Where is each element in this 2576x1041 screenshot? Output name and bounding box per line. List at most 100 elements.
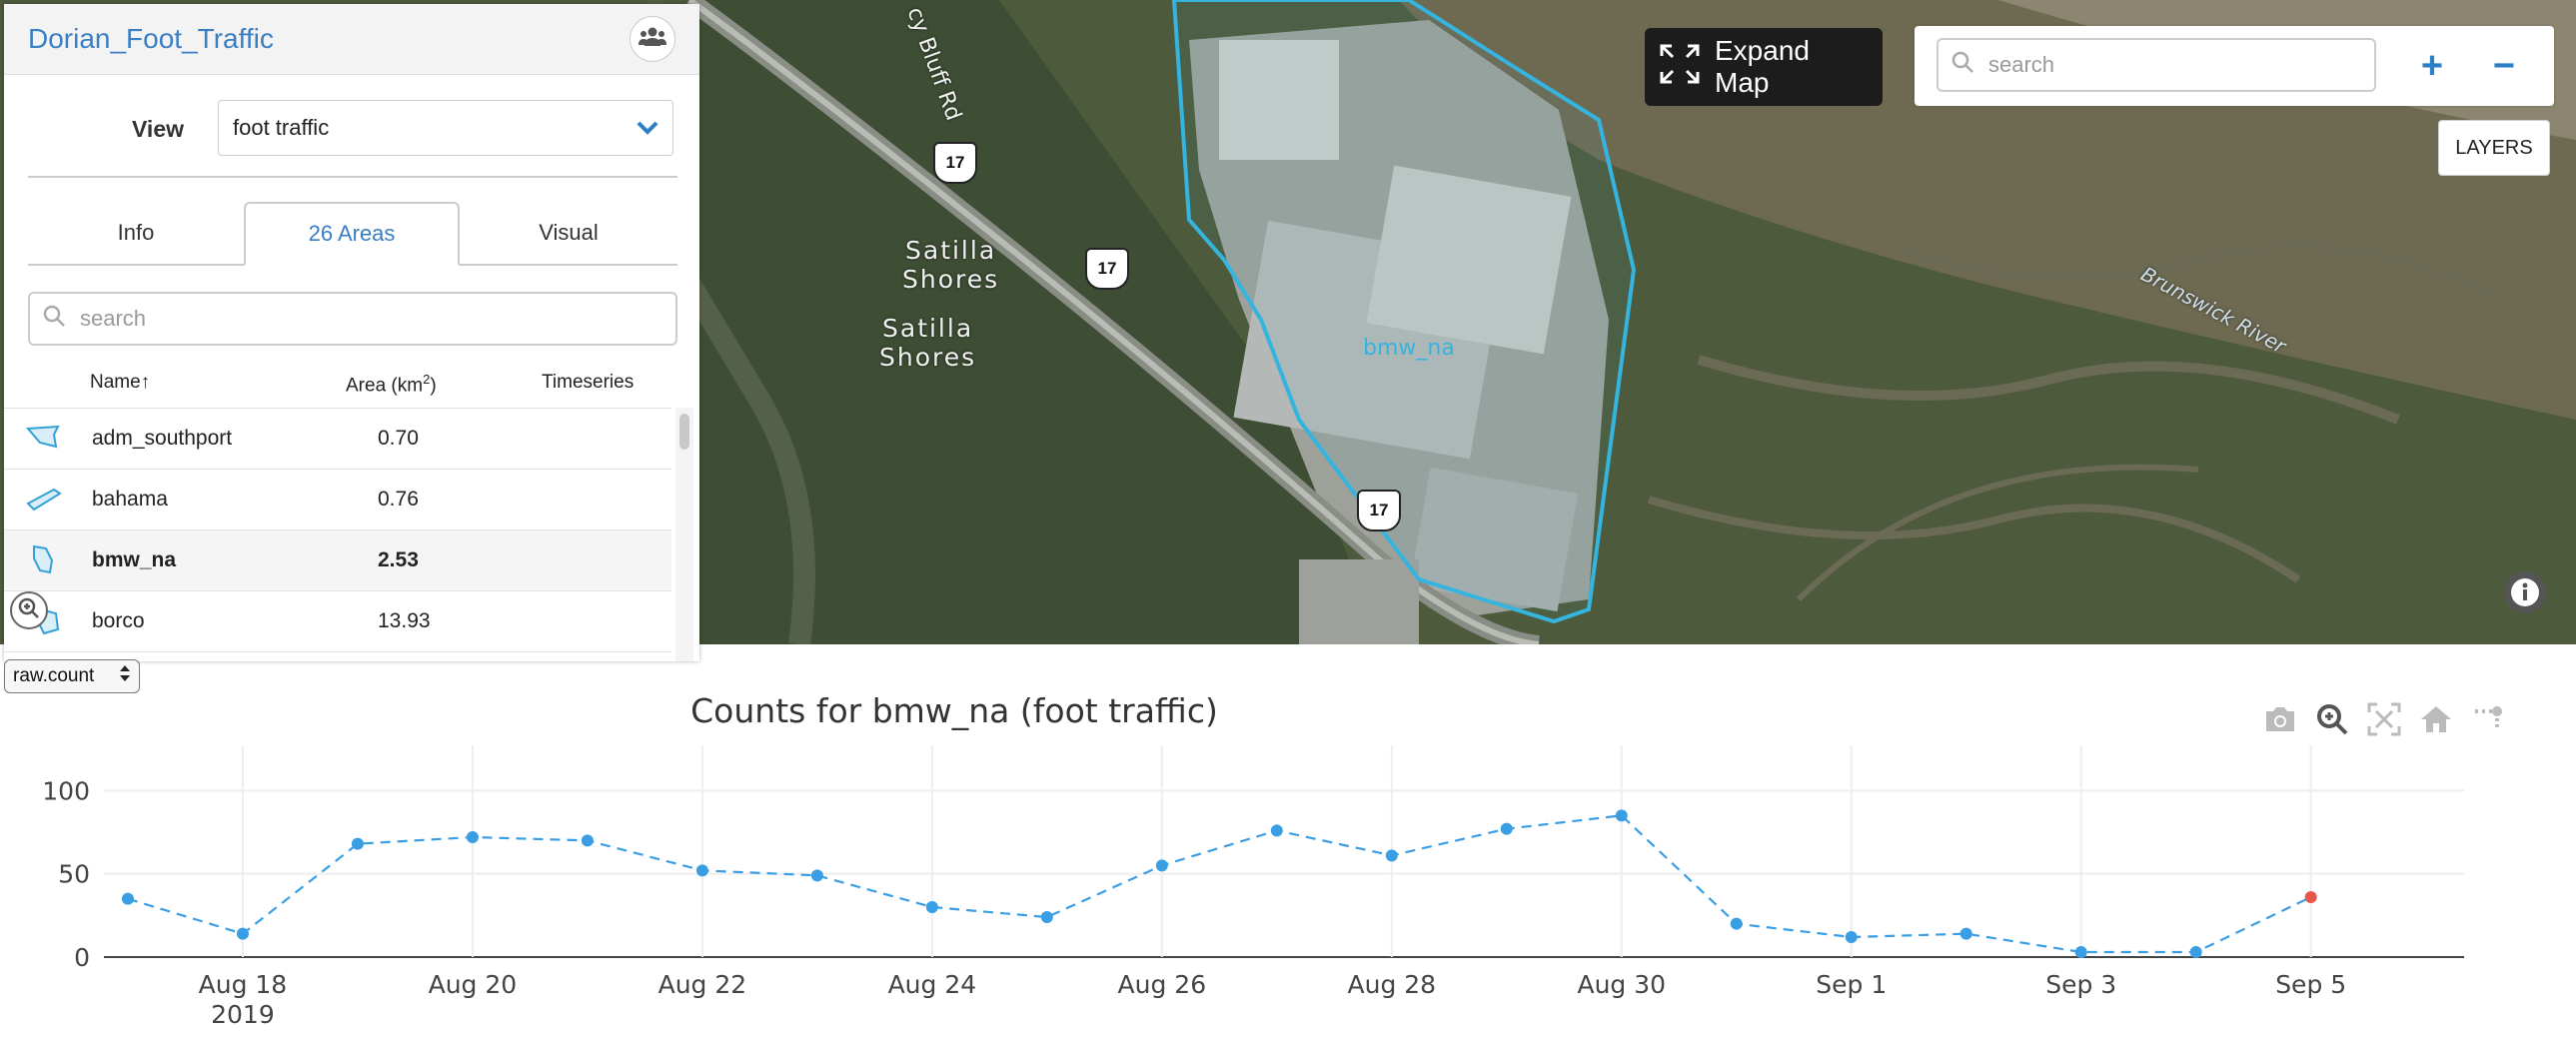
place-label-satilla-shores: Satilla Shores	[902, 236, 1000, 294]
home-icon[interactable]	[2410, 699, 2462, 739]
timeseries-chart[interactable]: 0 50 100 Aug 182019 Aug 20 Aug 22 Aug 24 Aug 26…	[0, 739, 2576, 1041]
spikelines-icon[interactable]	[2462, 699, 2514, 739]
data-point[interactable]	[1155, 859, 1168, 872]
chart-modebar	[2254, 699, 2514, 739]
x-tick-label: Aug 26	[1118, 970, 1207, 999]
data-point[interactable]	[2189, 946, 2202, 958]
expand-map-button[interactable]: Expand Map	[1645, 28, 1883, 106]
x-tick-label: Sep 5	[2275, 970, 2346, 999]
data-point[interactable]	[1500, 822, 1513, 835]
x-tick-label: Aug 20	[429, 970, 518, 999]
expand-icon	[1659, 43, 1701, 92]
column-name[interactable]: Name↑	[90, 372, 150, 394]
polygon-shape-icon	[26, 484, 62, 520]
row-area: 0.70	[378, 427, 419, 450]
table-row[interactable]: adm_southport 0.70	[4, 408, 671, 469]
area-search-placeholder: search	[80, 306, 147, 331]
data-point[interactable]	[236, 927, 249, 940]
table-row[interactable]: bahama 0.76	[4, 469, 671, 529]
chevron-down-icon	[637, 115, 658, 141]
highway-shield: 17	[933, 142, 977, 184]
row-area: 2.53	[378, 548, 419, 571]
polygon-label[interactable]: bmw_na	[1363, 336, 1455, 361]
data-point[interactable]	[2074, 946, 2087, 958]
view-select[interactable]: foot traffic	[218, 100, 673, 156]
x-tick-label: Sep 3	[2045, 970, 2116, 999]
data-point[interactable]	[925, 901, 938, 913]
map-search-placeholder: search	[1988, 52, 2055, 77]
y-tick-label: 100	[42, 776, 90, 805]
x-tick-label: Aug 30	[1577, 970, 1666, 999]
scrollbar-thumb[interactable]	[679, 414, 689, 450]
view-select-value: foot traffic	[233, 115, 330, 140]
column-area[interactable]: Area (km2)	[346, 372, 437, 397]
x-tick-label: Aug 28	[1348, 970, 1437, 999]
data-point[interactable]	[1959, 927, 1972, 940]
data-point[interactable]	[1615, 809, 1628, 822]
data-point[interactable]	[1730, 917, 1743, 930]
panel-header: Dorian_Foot_Traffic	[4, 4, 699, 75]
x-tick-year: 2019	[211, 1000, 275, 1029]
column-area-label: Area (km	[346, 375, 424, 397]
areas-panel: Dorian_Foot_Traffic View foot traffic In…	[4, 4, 699, 661]
data-point[interactable]	[1270, 824, 1283, 837]
place-label-satilla-shores-2: Satilla Shores	[879, 314, 977, 372]
table-row[interactable]: bmw_na 2.53	[4, 529, 671, 590]
areas-table: adm_southport 0.70 bahama 0.76 bmw_na 2.…	[4, 408, 671, 661]
tab-info[interactable]: Info	[28, 202, 244, 264]
search-icon	[42, 304, 66, 334]
area-search-input[interactable]: search	[28, 292, 677, 346]
zoom-icon	[18, 597, 40, 624]
group-icon	[639, 26, 666, 53]
column-area-close: )	[430, 375, 437, 397]
camera-icon[interactable]	[2254, 699, 2306, 739]
zoom-in-button[interactable]: +	[2408, 42, 2456, 90]
polygon-shape-icon	[25, 423, 62, 459]
metric-select-value: raw.count	[13, 665, 95, 686]
tab-areas[interactable]: 26 Areas	[244, 202, 460, 266]
view-label: View	[132, 116, 184, 142]
metric-select[interactable]: raw.count	[4, 659, 140, 693]
data-point[interactable]	[2304, 891, 2317, 903]
divider	[28, 176, 677, 178]
zoom-to-area-button[interactable]	[10, 591, 48, 629]
row-name: bahama	[92, 488, 168, 511]
row-area: 13.93	[378, 609, 431, 632]
table-header: Name↑ Area (km2) Timeseries	[4, 364, 699, 408]
data-point[interactable]	[1385, 849, 1398, 862]
column-timeseries[interactable]: Timeseries	[542, 372, 634, 394]
data-point[interactable]	[466, 831, 479, 843]
zoom-icon[interactable]	[2306, 699, 2358, 739]
view-row: View foot traffic	[4, 100, 699, 160]
x-tick-label: Aug 24	[888, 970, 977, 999]
data-point[interactable]	[810, 869, 823, 882]
expand-map-label: Expand Map	[1715, 35, 1810, 98]
row-name: bmw_na	[92, 548, 177, 571]
table-scrollbar[interactable]	[675, 408, 693, 661]
info-icon[interactable]	[2504, 571, 2546, 613]
panel-tabs: Info 26 Areas Visual	[28, 202, 677, 266]
data-point[interactable]	[1040, 911, 1053, 923]
highway-shield: 17	[1357, 490, 1401, 531]
data-point[interactable]	[121, 892, 134, 905]
panel-title[interactable]: Dorian_Foot_Traffic	[28, 23, 630, 55]
x-tick-label: Sep 1	[1816, 970, 1887, 999]
tab-visual[interactable]: Visual	[460, 202, 677, 264]
map-search-input[interactable]: search	[1936, 38, 2376, 92]
table-row[interactable]: borco 13.93	[4, 590, 671, 651]
map-toolbar: search + −	[1915, 26, 2554, 106]
search-icon	[1950, 50, 1974, 80]
series-line	[127, 814, 2312, 954]
highway-shield: 17	[1085, 248, 1129, 290]
data-point[interactable]	[695, 864, 708, 877]
y-tick-label: 0	[74, 943, 90, 972]
zoom-out-button[interactable]: −	[2480, 42, 2528, 90]
share-button[interactable]	[630, 16, 675, 62]
y-tick-label: 50	[58, 860, 90, 889]
data-point[interactable]	[1845, 931, 1858, 943]
row-area: 0.76	[378, 488, 419, 511]
data-point[interactable]	[581, 834, 594, 847]
autoscale-icon[interactable]	[2358, 699, 2410, 739]
data-point[interactable]	[351, 837, 364, 850]
layers-button[interactable]: LAYERS	[2438, 120, 2550, 176]
